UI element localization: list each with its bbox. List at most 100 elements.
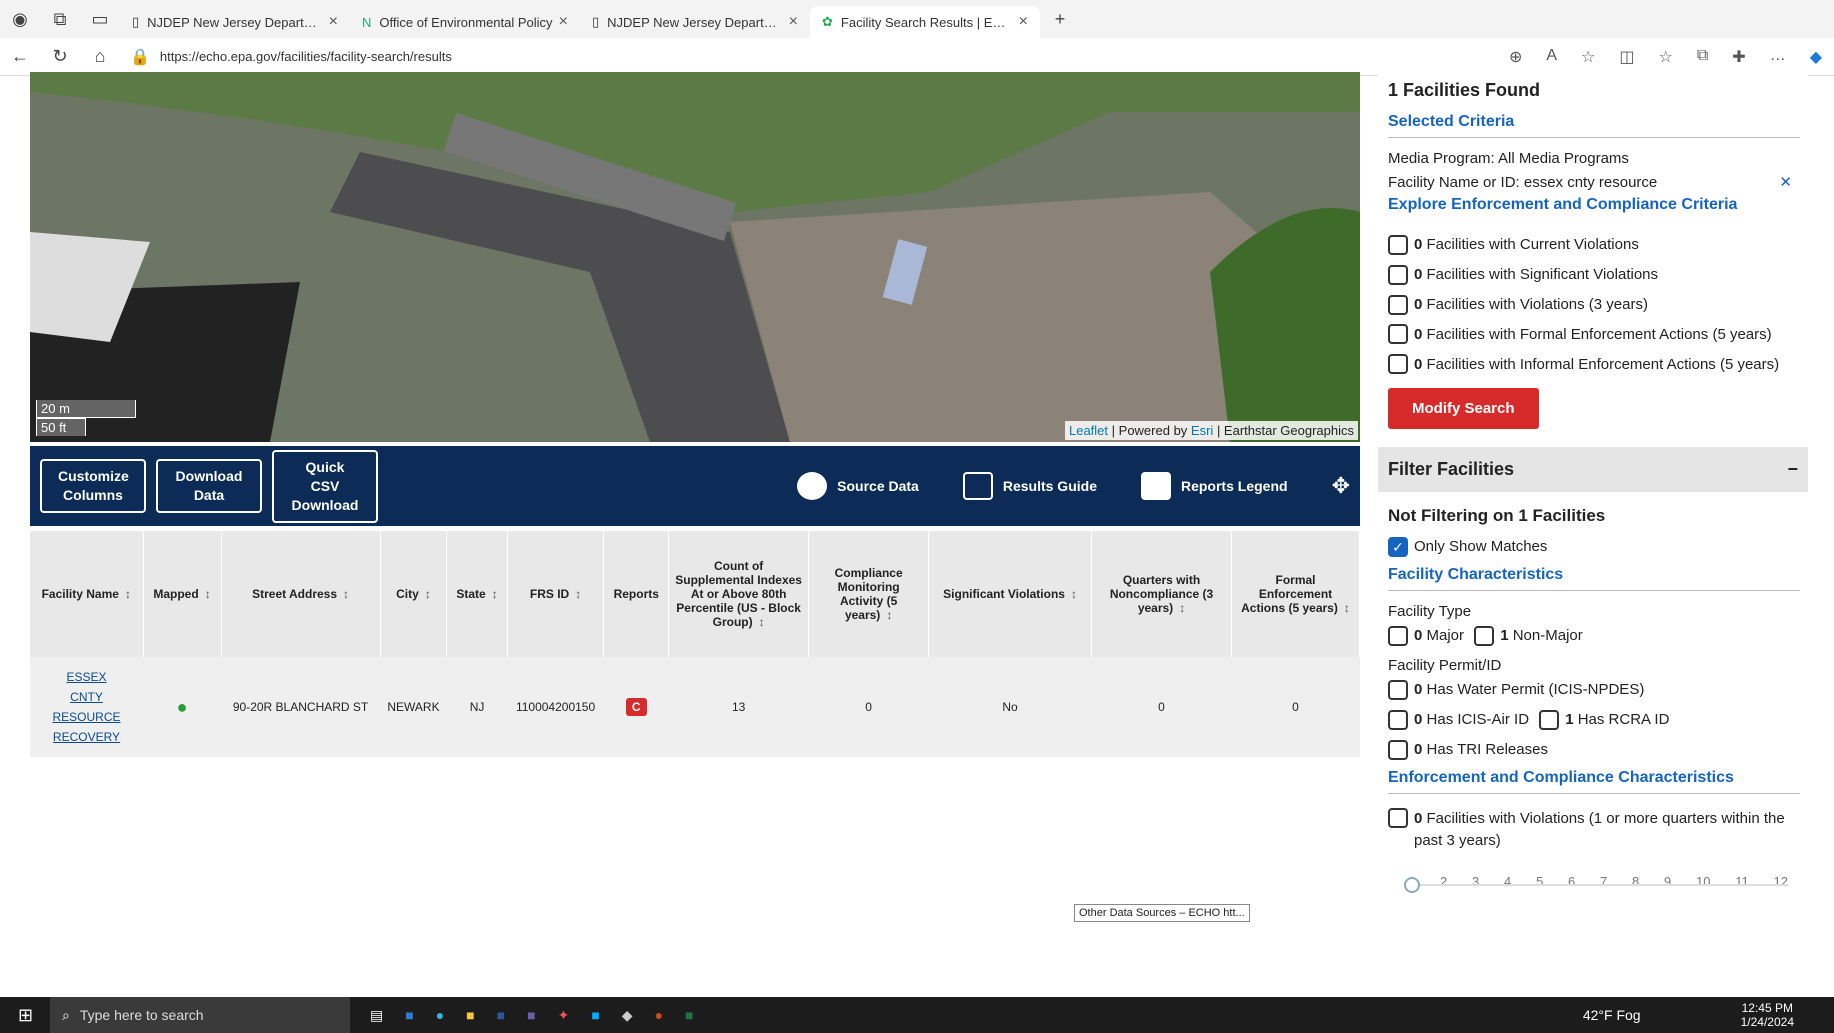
sort-icon[interactable]: ↕	[425, 587, 431, 601]
checkbox[interactable]	[1388, 808, 1408, 828]
collapse-icon[interactable]: −	[1787, 459, 1798, 480]
refresh-icon[interactable]: ↻	[40, 46, 80, 67]
checkbox[interactable]	[1388, 354, 1408, 374]
back-icon[interactable]: ←	[0, 46, 40, 67]
violations-quarters-option[interactable]: 0 Facilities with Violations (1 or more …	[1388, 808, 1802, 852]
col-significant-violations[interactable]: Significant Violations ↕	[928, 531, 1092, 657]
filter-facilities-header[interactable]: Filter Facilities −	[1378, 447, 1808, 492]
results-guide-link[interactable]: Results Guide	[962, 472, 1097, 500]
taskbar-search[interactable]: ⌕ Type here to search	[50, 997, 350, 1033]
task-view-icon[interactable]: ▤	[370, 1007, 383, 1024]
clock[interactable]: 12:45 PM 1/24/2024	[1741, 1001, 1794, 1029]
teams-icon[interactable]: ■	[527, 1007, 535, 1023]
quick-csv-button[interactable]: Quick CSV Download	[272, 449, 378, 523]
word-icon[interactable]: ■	[497, 1007, 505, 1023]
checkbox[interactable]	[1388, 740, 1408, 761]
checkbox-air[interactable]	[1388, 710, 1408, 731]
col-facility-name[interactable]: Facility Name ↕	[30, 531, 144, 657]
crit-violations-3yr[interactable]: 0 Facilities with Violations (3 years)	[1388, 294, 1802, 316]
checkbox-rcra[interactable]	[1539, 710, 1560, 731]
tab-2[interactable]: N Office of Environmental Policy ×	[350, 6, 580, 38]
zoom-icon[interactable]: ⊕	[1509, 47, 1522, 67]
sort-icon[interactable]: ↕	[1071, 587, 1077, 601]
crit-significant-violations[interactable]: 0 Facilities with Significant Violations	[1388, 264, 1802, 286]
more-icon[interactable]: …	[1770, 47, 1786, 67]
col-formal-enforcement[interactable]: Formal Enforcement Actions (5 years) ↕	[1231, 531, 1360, 657]
home-icon[interactable]: ⌂	[80, 46, 120, 67]
explorer-icon[interactable]: ■	[466, 1007, 474, 1023]
checkbox[interactable]	[1388, 295, 1408, 316]
start-icon[interactable]: ⊞	[18, 1005, 33, 1026]
close-tab-icon[interactable]: ×	[1019, 13, 1028, 31]
col-state[interactable]: State ↕	[446, 531, 508, 657]
tab-4-active[interactable]: ✿ Facility Search Results | ECHO | U ×	[810, 6, 1040, 38]
close-tab-icon[interactable]: ×	[789, 13, 798, 31]
customize-columns-button[interactable]: Customize Columns	[40, 459, 146, 513]
map-pin-icon[interactable]: ●	[177, 697, 188, 717]
col-quarters-noncompliance[interactable]: Quarters with Noncompliance (3 years) ↕	[1091, 531, 1232, 657]
modify-search-button[interactable]: Modify Search	[1388, 388, 1539, 429]
profile-avatar[interactable]: ◉	[0, 9, 40, 30]
sort-icon[interactable]: ↕	[343, 587, 349, 601]
col-frs-id[interactable]: FRS ID ↕	[507, 531, 605, 657]
remove-criteria-icon[interactable]: ✕	[1779, 172, 1792, 194]
new-tab-icon[interactable]: +	[1040, 9, 1080, 30]
checkbox[interactable]	[1388, 265, 1408, 286]
sort-icon[interactable]: ↕	[886, 608, 892, 622]
excel-icon[interactable]: ■	[685, 1007, 693, 1023]
col-city[interactable]: City ↕	[380, 531, 448, 657]
only-show-matches[interactable]: ✓ Only Show Matches	[1388, 536, 1802, 558]
sort-icon[interactable]: ↕	[492, 587, 498, 601]
tab-1[interactable]: ▯ NJDEP New Jersey Department c ×	[120, 6, 350, 38]
collections-icon[interactable]: ⧉	[1697, 47, 1708, 67]
checkbox-checked[interactable]: ✓	[1388, 537, 1408, 558]
sort-icon[interactable]: ↕	[759, 615, 765, 629]
checkbox-nonmajor[interactable]	[1474, 626, 1495, 647]
app-icon[interactable]: ■	[591, 1007, 599, 1023]
esri-link[interactable]: Esri	[1191, 423, 1213, 438]
favorites-icon[interactable]: ☆	[1659, 47, 1673, 67]
quarters-slider[interactable]: 123456789101112	[1404, 874, 1788, 914]
crit-formal-enforcement[interactable]: 0 Facilities with Formal Enforcement Act…	[1388, 324, 1802, 346]
sort-icon[interactable]: ↕	[205, 587, 211, 601]
crit-current-violations[interactable]: 0 Facilities with Current Violations	[1388, 234, 1802, 256]
read-aloud-icon[interactable]: A	[1546, 47, 1557, 67]
checkbox[interactable]	[1388, 324, 1408, 344]
col-compliance-monitoring[interactable]: Compliance Monitoring Activity (5 years)…	[808, 531, 930, 657]
outlook-icon[interactable]: ■	[405, 1007, 413, 1023]
edge-icon[interactable]: ●	[436, 1007, 444, 1023]
tab-actions-icon[interactable]: ▭	[80, 9, 120, 30]
tab-3[interactable]: ▯ NJDEP New Jersey Department c ×	[580, 6, 810, 38]
sort-icon[interactable]: ↕	[125, 587, 131, 601]
slider-handle[interactable]	[1404, 877, 1420, 893]
col-mapped[interactable]: Mapped ↕	[143, 531, 222, 657]
workspaces-icon[interactable]: ⧉	[40, 9, 80, 30]
app-icon[interactable]: ✦	[558, 1007, 570, 1024]
split-icon[interactable]: ◫	[1619, 47, 1634, 67]
caa-report-icon[interactable]: C	[625, 698, 647, 716]
sort-icon[interactable]: ↕	[575, 587, 581, 601]
col-street-address[interactable]: Street Address ↕	[221, 531, 381, 657]
tri-option[interactable]: 0 Has TRI Releases	[1388, 739, 1802, 761]
extensions-icon[interactable]: ✚	[1732, 47, 1745, 67]
app-icon[interactable]: ◆	[622, 1007, 633, 1024]
download-data-button[interactable]: Download Data	[156, 459, 262, 513]
sort-icon[interactable]: ↕	[1344, 601, 1350, 615]
source-data-link[interactable]: Source Data	[797, 472, 919, 500]
checkbox[interactable]	[1388, 235, 1408, 256]
crit-informal-enforcement[interactable]: 0 Facilities with Informal Enforcement A…	[1388, 354, 1802, 376]
facility-name-link[interactable]: ESSEX CNTY RESOURCE RECOVERY	[52, 667, 122, 747]
powerpoint-icon[interactable]: ●	[655, 1007, 663, 1023]
move-icon[interactable]: ✥	[1332, 473, 1350, 499]
reports-legend-link[interactable]: Reports Legend	[1140, 472, 1288, 500]
close-tab-icon[interactable]: ×	[559, 13, 568, 31]
satellite-map[interactable]: 20 m 50 ft Leaflet | Powered by Esri | E…	[30, 72, 1360, 442]
water-permit-option[interactable]: 0 Has Water Permit (ICIS-NPDES)	[1388, 679, 1802, 701]
sort-icon[interactable]: ↕	[1179, 601, 1185, 615]
leaflet-link[interactable]: Leaflet	[1069, 423, 1108, 438]
weather-widget[interactable]: 42°F Fog	[1583, 1007, 1641, 1023]
copilot-icon[interactable]: ◆	[1810, 47, 1822, 67]
close-tab-icon[interactable]: ×	[329, 13, 338, 31]
favorite-icon[interactable]: ☆	[1581, 47, 1595, 67]
url-field[interactable]: https://echo.epa.gov/facilities/facility…	[160, 49, 452, 64]
